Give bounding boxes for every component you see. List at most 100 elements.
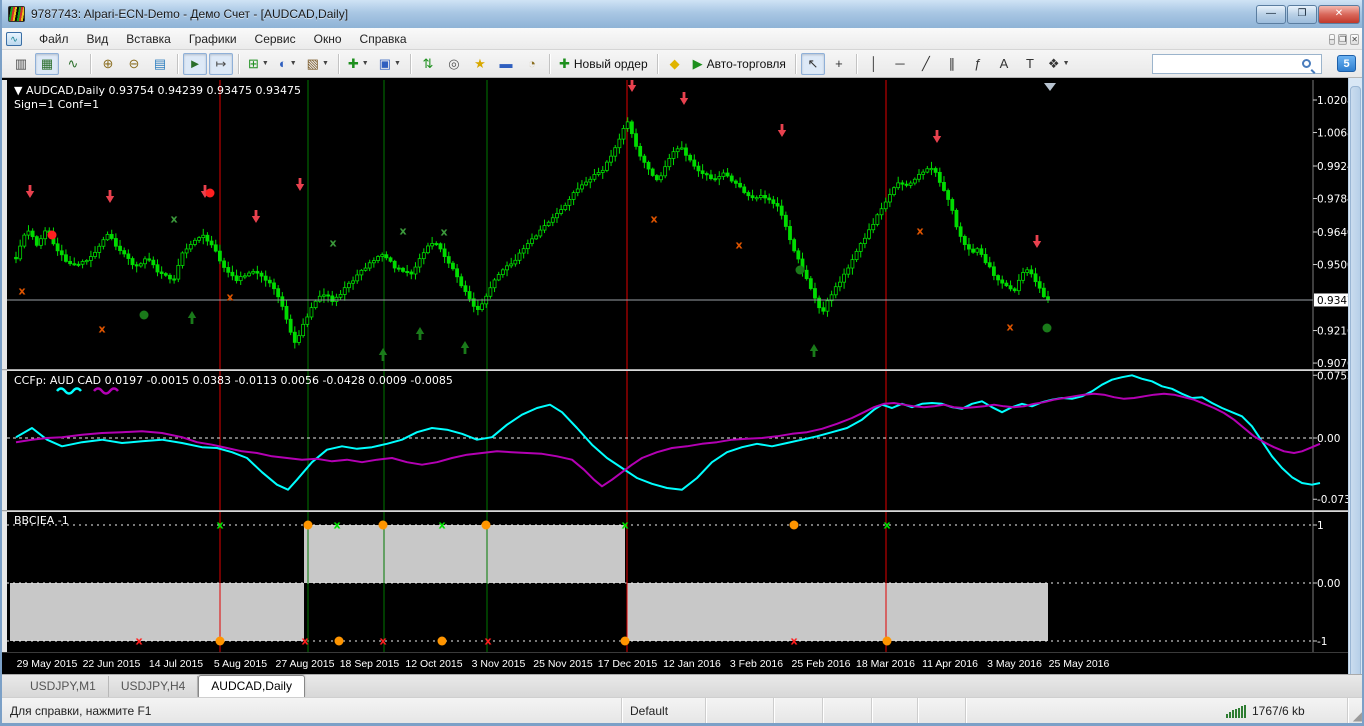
svg-text:1: 1: [1317, 520, 1324, 532]
new-order-button[interactable]: ✚Новый ордер: [555, 53, 652, 75]
indicators-button[interactable]: ✚▼: [344, 53, 373, 75]
trend-line-button[interactable]: ╱: [914, 53, 938, 75]
svg-text:x: x: [227, 291, 234, 304]
time-axis[interactable]: 29 May 201522 Jun 201514 Jul 20155 Aug 2…: [2, 652, 1348, 674]
mdi-close-button[interactable]: ✕: [1350, 34, 1359, 45]
time-axis-label: 11 Apr 2016: [922, 658, 978, 670]
mdi-minimize-button[interactable]: –: [1329, 34, 1335, 45]
market-watch-button[interactable]: ⇅: [416, 53, 440, 75]
menu-item-help[interactable]: Справка: [351, 29, 416, 49]
tab-usdjpy-h4[interactable]: USDJPY,H4: [109, 676, 198, 697]
vertical-line-icon: │: [870, 56, 878, 71]
horizontal-line-button[interactable]: ─: [888, 53, 912, 75]
window-layout-icon: ▣: [379, 56, 391, 72]
auto-trading-icon: ▶: [693, 56, 703, 72]
horizontal-line-icon: ─: [895, 56, 904, 71]
terminal-icon: ▬: [499, 56, 512, 71]
orange-dot-icon: [379, 521, 388, 530]
chart-shift-button[interactable]: ↦: [209, 53, 233, 75]
chart-shift-icon: ↦: [216, 56, 227, 72]
svg-text:-1: -1: [1317, 636, 1327, 648]
new-chart-dropdown-icon[interactable]: ▼: [262, 60, 269, 67]
crosshair-button[interactable]: +: [827, 53, 851, 75]
terminal-button[interactable]: ▬: [494, 53, 518, 75]
status-profile[interactable]: Default: [622, 698, 706, 723]
navigator-button[interactable]: ★: [468, 53, 492, 75]
toolbar-separator: [338, 54, 339, 74]
equidistant-channel-button[interactable]: ∥: [940, 53, 964, 75]
ccfp-indicator-panel[interactable]: CCFp: AUD CAD 0.0197 -0.0015 0.0383 -0.0…: [2, 371, 1348, 510]
fibonacci-button[interactable]: ƒ: [966, 53, 990, 75]
trend-line-icon: ╱: [922, 56, 930, 72]
title-bar[interactable]: 9787743: Alpari-ECN-Demo - Демо Счет - […: [2, 0, 1362, 28]
bar-chart-button[interactable]: ▥: [9, 53, 33, 75]
svg-text:-0.0735: -0.0735: [1317, 494, 1348, 506]
line-chart-button[interactable]: ∿: [61, 53, 85, 75]
bbciea-indicator-panel[interactable]: xxxxxxxxxxBBCIEA -110.00-1: [2, 512, 1348, 652]
indicators-icon: ✚: [348, 56, 359, 72]
status-bar: Для справки, нажмите F1Default1767/6 kb◢: [2, 697, 1362, 723]
vertical-line-button[interactable]: │: [862, 53, 886, 75]
connection-status[interactable]: 1767/6 kb: [1218, 698, 1348, 723]
toolbar-separator: [856, 54, 857, 74]
menu-item-file[interactable]: Файл: [30, 29, 78, 49]
minimize-button[interactable]: —: [1256, 5, 1286, 24]
svg-text:x: x: [439, 519, 446, 532]
maximize-button[interactable]: ❐: [1287, 5, 1317, 24]
connection-bars-icon: [1226, 704, 1247, 718]
menu-item-insert[interactable]: Вставка: [117, 29, 180, 49]
zoom-out-icon: ⊖: [129, 56, 140, 72]
new-chart-button[interactable]: ⊞▼: [244, 53, 273, 75]
arrows-tool-button[interactable]: ❖▼: [1044, 53, 1074, 75]
window-layout-button[interactable]: ▣▼: [375, 53, 405, 75]
indicators-dropdown-icon[interactable]: ▼: [362, 60, 369, 67]
new-chart-icon: ⊞: [248, 56, 259, 72]
window-layout-dropdown-icon[interactable]: ▼: [394, 60, 401, 67]
connection-traffic-label: 1767/6 kb: [1252, 704, 1305, 718]
metaeditor-button[interactable]: ◆: [663, 53, 687, 75]
close-button[interactable]: ✕: [1318, 5, 1360, 24]
svg-text:x: x: [136, 635, 143, 648]
text-button[interactable]: A: [992, 53, 1016, 75]
notification-badge[interactable]: 5: [1337, 55, 1356, 72]
zoom-out-button[interactable]: ⊖: [122, 53, 146, 75]
menu-item-service[interactable]: Сервис: [246, 29, 305, 49]
data-window-icon: ◎: [448, 56, 459, 72]
auto-trading-button[interactable]: ▶Авто-торговля: [689, 53, 790, 75]
candlestick-chart-button[interactable]: ▦: [35, 53, 59, 75]
menu-item-window[interactable]: Окно: [305, 29, 351, 49]
svg-text:x: x: [736, 239, 743, 252]
time-axis-label: 3 May 2016: [987, 658, 1042, 670]
text-label-button[interactable]: T: [1018, 53, 1042, 75]
periods-button[interactable]: ◐▼: [275, 53, 301, 75]
periods-dropdown-icon[interactable]: ▼: [290, 60, 297, 67]
main-price-panel[interactable]: xxxxxxxxxxx▼ AUDCAD,Daily 0.93754 0.9423…: [2, 80, 1348, 369]
new-order-icon: ✚: [559, 56, 570, 72]
zoom-in-button[interactable]: ⊕: [96, 53, 120, 75]
search-input[interactable]: [1152, 54, 1322, 74]
svg-text:x: x: [485, 635, 492, 648]
menu-item-view[interactable]: Вид: [78, 29, 118, 49]
menu-item-charts[interactable]: Графики: [180, 29, 246, 49]
bbciea-block: [10, 583, 304, 641]
data-window-button[interactable]: ◎: [442, 53, 466, 75]
scrollbar-thumb[interactable]: [1350, 86, 1361, 680]
svg-text:x: x: [19, 285, 26, 298]
arrows-tool-dropdown-icon[interactable]: ▼: [1063, 60, 1070, 67]
resize-grip[interactable]: ◢: [1348, 698, 1362, 723]
time-axis-label: 27 Aug 2015: [276, 658, 335, 670]
templates-button[interactable]: ▧▼: [303, 53, 333, 75]
auto-scroll-button[interactable]: ►: [183, 53, 207, 75]
svg-text:x: x: [622, 519, 629, 532]
strategy-tester-button[interactable]: ◔: [520, 53, 544, 75]
templates-dropdown-icon[interactable]: ▼: [322, 60, 329, 67]
vertical-scrollbar[interactable]: [1348, 78, 1362, 697]
time-axis-label: 17 Dec 2015: [598, 658, 658, 670]
cursor-button[interactable]: ↖: [801, 53, 825, 75]
svg-text:1.00680: 1.00680: [1317, 128, 1348, 140]
text-icon: A: [1000, 56, 1009, 71]
tab-usdjpy-m1[interactable]: USDJPY,M1: [18, 676, 109, 697]
tab-audcad-daily[interactable]: AUDCAD,Daily: [198, 675, 305, 697]
tile-windows-button[interactable]: ▤: [148, 53, 172, 75]
mdi-restore-button[interactable]: ❐: [1338, 34, 1347, 45]
